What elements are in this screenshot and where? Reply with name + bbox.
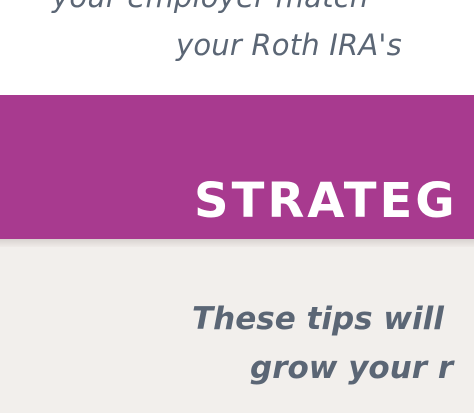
intro-line-1: your employer match	[52, 0, 368, 14]
banner-title: STRATEG	[194, 173, 458, 230]
tips-line-1: These tips will	[192, 301, 444, 337]
section-divider	[0, 239, 474, 247]
tips-section: These tips will grow your r	[0, 247, 474, 413]
strategy-banner: STRATEG	[0, 95, 474, 239]
intro-section: your employer match your Roth IRA's	[0, 0, 474, 95]
article-page: your employer match your Roth IRA's STRA…	[0, 0, 474, 413]
intro-line-2: your Roth IRA's	[176, 28, 402, 62]
tips-line-2: grow your r	[250, 350, 454, 386]
